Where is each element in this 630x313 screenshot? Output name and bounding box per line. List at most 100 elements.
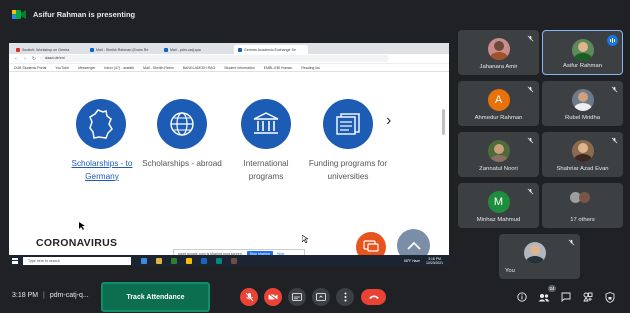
- word-icon[interactable]: [201, 257, 207, 264]
- participant-tile[interactable]: Rubel Mridha: [542, 81, 623, 126]
- bookmark-item[interactable]: DUB Students Portal: [14, 66, 46, 70]
- people-button[interactable]: 24: [537, 285, 556, 304]
- chrome-icon[interactable]: [186, 257, 192, 264]
- chat-button[interactable]: [559, 290, 573, 304]
- mic-off-icon: [527, 137, 534, 144]
- participant-tile[interactable]: M Minhaz Mahmud: [458, 183, 539, 228]
- international-programs-button[interactable]: [241, 99, 291, 149]
- system-tray: 68°F Haze 3:18 PM 10/23/2021: [404, 257, 449, 265]
- bookmark-item[interactable]: Student Information: [224, 66, 255, 70]
- tab-favicon: [238, 47, 242, 52]
- bookmark-item[interactable]: BANGLADESH RAG: [183, 66, 215, 70]
- meeting-info: 3:18 PM | pdm-catj-q...: [12, 292, 89, 299]
- app-icon[interactable]: [231, 257, 237, 264]
- others-tile[interactable]: 17 others: [542, 183, 623, 228]
- file-explorer-icon[interactable]: [156, 257, 162, 264]
- participant-tile[interactable]: Zannatul Noori: [458, 132, 539, 177]
- scholarships-to-germany-button[interactable]: [76, 99, 126, 149]
- activities-shapes-icon: [583, 292, 593, 302]
- info-icon: [517, 292, 527, 302]
- taskbar-clock: 3:18 PM 10/23/2021: [426, 256, 443, 265]
- mic-off-icon: [245, 292, 253, 302]
- document-icon: [336, 113, 360, 135]
- shared-screen[interactable]: Scratch: Workshop on Germa Mail - Sheikh…: [9, 43, 449, 266]
- participant-avatar: [571, 89, 594, 111]
- task-view-icon[interactable]: [141, 257, 147, 264]
- bookmark-item[interactable]: Inbox (47) - arafath: [104, 66, 134, 70]
- tab-favicon: [16, 47, 20, 52]
- mouse-cursor-icon: [302, 235, 308, 243]
- participant-name: Zannatul Noori: [479, 166, 518, 172]
- funding-programs-button[interactable]: [323, 99, 373, 149]
- tab-favicon: [90, 47, 94, 52]
- scholarships-to-germany-link[interactable]: Scholarships - to Germany: [62, 158, 142, 183]
- funding-programs-label[interactable]: Funding programs for universities: [308, 158, 388, 183]
- closed-captions-icon: [292, 293, 302, 301]
- camera-toggle-button[interactable]: [264, 288, 282, 306]
- bookmark-item[interactable]: Reading list: [301, 66, 319, 70]
- mic-off-icon: [568, 239, 575, 246]
- windows-start-icon[interactable]: [12, 257, 18, 264]
- bookmark-item[interactable]: Mail - Sheikh Rahm: [143, 66, 174, 70]
- page-scrollbar[interactable]: [442, 109, 445, 135]
- separator: |: [43, 292, 45, 299]
- excel-icon[interactable]: [171, 257, 177, 264]
- forward-arrow-icon[interactable]: ›: [22, 56, 28, 62]
- meeting-controls-bar: 3:18 PM | pdm-catj-q... Track Attendance…: [0, 279, 630, 313]
- present-screen-button[interactable]: [312, 288, 330, 306]
- presenter-text: Asifur Rahman is presenting: [33, 9, 136, 19]
- camera-off-icon: [268, 293, 278, 301]
- taskbar-search[interactable]: Type here to search: [23, 256, 131, 265]
- carousel-next-arrow-icon[interactable]: ›: [386, 112, 391, 130]
- chat-bubble-icon: [363, 240, 379, 252]
- person-photo-icon: [573, 92, 592, 111]
- meeting-time: 3:18 PM: [12, 292, 39, 299]
- people-icon: [538, 293, 550, 301]
- browser-address-bar: ‹ › ↻ daad.de/en/: [9, 54, 449, 64]
- people-count-badge: 24: [548, 285, 556, 292]
- participant-avatar: [487, 38, 510, 60]
- bookmark-item[interactable]: EMBL-EBI Human: [264, 66, 293, 70]
- self-tile[interactable]: You: [499, 234, 580, 279]
- participant-tile[interactable]: Jahanara Amir: [458, 30, 539, 75]
- reload-icon[interactable]: ↻: [31, 56, 37, 62]
- participant-avatar: [571, 39, 594, 61]
- weather-text: 68°F Haze: [403, 258, 421, 263]
- app-icon[interactable]: [216, 257, 222, 264]
- participant-tile-active-speaker[interactable]: Asifur Rahman: [542, 30, 623, 75]
- leave-call-button[interactable]: [361, 289, 386, 305]
- activities-button[interactable]: [581, 290, 595, 304]
- browser-tab[interactable]: Scratch: Workshop on Germa: [12, 45, 86, 54]
- participant-avatar: A: [487, 89, 510, 111]
- browser-tab-active[interactable]: German Academic Exchange Se: [234, 45, 308, 54]
- mic-off-icon: [611, 137, 618, 144]
- more-options-button[interactable]: [336, 288, 354, 306]
- international-programs-label[interactable]: International programs: [226, 158, 306, 183]
- browser-tab-strip: Scratch: Workshop on Germa Mail - Sheikh…: [9, 43, 449, 54]
- url-field[interactable]: daad.de/en/: [40, 55, 389, 62]
- windows-taskbar: Type here to search 68°F Haze 3:18 PM 10…: [9, 255, 449, 266]
- participant-tile[interactable]: Shahriar Azad Evan: [542, 132, 623, 177]
- scholarships-abroad-button[interactable]: [157, 99, 207, 149]
- bookmark-item[interactable]: Messenger: [78, 66, 95, 70]
- bookmark-item[interactable]: YouTube: [55, 66, 69, 70]
- chat-icon: [561, 292, 571, 302]
- back-arrow-icon[interactable]: ‹: [13, 56, 19, 62]
- more-vertical-icon: [344, 292, 346, 302]
- participant-tile[interactable]: A Ahmedur Rahman: [458, 81, 539, 126]
- participant-name: You: [505, 268, 515, 274]
- track-attendance-button[interactable]: Track Attendance: [101, 282, 210, 312]
- host-controls-button[interactable]: [603, 290, 617, 304]
- browser-tab[interactable]: Mail - pdm-catj-qua: [160, 45, 234, 54]
- participant-name: Rubel Mridha: [564, 115, 601, 121]
- browser-tab[interactable]: Mail - Sheikh Rahman (Exam Re: [86, 45, 160, 54]
- others-avatar-stack: [570, 192, 596, 204]
- participant-avatar: [571, 140, 594, 162]
- scholarships-abroad-label[interactable]: Scholarships - abroad: [142, 158, 222, 171]
- captions-button[interactable]: [288, 288, 306, 306]
- meeting-details-button[interactable]: [515, 290, 529, 304]
- bookmarks-bar: DUB Students Portal YouTube Messenger In…: [9, 64, 449, 72]
- participant-name: Shahriar Azad Evan: [556, 166, 609, 172]
- participant-name: Ahmedur Rahman: [474, 115, 523, 121]
- microphone-toggle-button[interactable]: [240, 288, 258, 306]
